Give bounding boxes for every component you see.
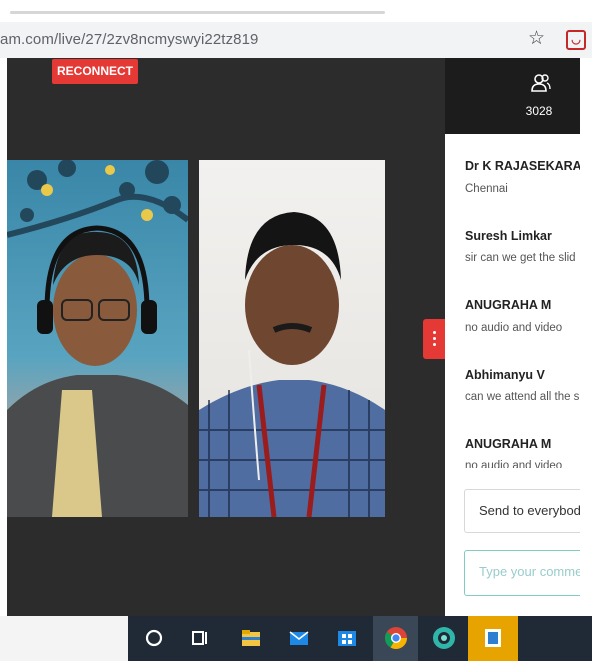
chat-message-text: Chennai xyxy=(465,183,508,195)
chat-message-author: ANUGRAHA M xyxy=(465,437,552,451)
edge-icon[interactable] xyxy=(430,624,458,652)
file-explorer-icon[interactable] xyxy=(237,624,265,652)
tab-bar xyxy=(10,11,385,14)
cortana-circle-icon[interactable] xyxy=(140,624,168,652)
chat-message-text: no audio and video xyxy=(465,460,563,468)
star-icon[interactable]: ☆ xyxy=(528,27,545,50)
mail-icon[interactable] xyxy=(285,624,313,652)
task-view-icon[interactable] xyxy=(186,624,214,652)
chat-message-author: Abhimanyu V xyxy=(465,368,545,382)
dot xyxy=(433,343,436,346)
send-to-select[interactable]: Send to everybody xyxy=(464,489,588,533)
dot xyxy=(433,337,436,340)
dot xyxy=(433,331,436,334)
chat-message-text: sir can we get the slid xyxy=(465,252,576,264)
participants-count: 3028 xyxy=(525,104,553,118)
comment-input-box[interactable] xyxy=(464,550,586,596)
shield-extension-icon[interactable]: ◡ xyxy=(566,30,586,50)
more-options-button[interactable] xyxy=(423,319,445,359)
chat-message-author: Dr K RAJASEKARAN xyxy=(465,159,580,173)
app-icon[interactable] xyxy=(479,624,507,652)
send-to-label: Send to everybody xyxy=(479,503,588,518)
address-bar[interactable]: am.com/live/27/2zv8ncmyswyi22tz819 ☆ ◡ xyxy=(0,22,592,58)
chat-message-author: Suresh Limkar xyxy=(465,229,552,243)
video-tile-speaker-2 xyxy=(199,160,385,517)
url-text[interactable]: am.com/live/27/2zv8ncmyswyi22tz819 xyxy=(0,31,259,48)
speaker-2-video xyxy=(199,212,385,517)
video-tile-speaker-1 xyxy=(7,160,188,517)
chat-messages: Dr K RAJASEKARAN Chennai Suresh Limkar s… xyxy=(445,134,580,468)
people-icon[interactable] xyxy=(530,72,552,94)
comment-input[interactable] xyxy=(465,551,585,591)
chat-message-author: ANUGRAHA M xyxy=(465,298,552,312)
chat-message-text: no audio and video xyxy=(465,322,563,334)
reconnect-button[interactable]: RECONNECT xyxy=(52,59,138,84)
taskbar xyxy=(0,616,592,661)
participants-header[interactable] xyxy=(445,58,580,134)
store-icon[interactable] xyxy=(333,624,361,652)
speaker-1-video xyxy=(7,160,188,517)
right-edge xyxy=(580,58,592,616)
chrome-icon[interactable] xyxy=(382,624,410,652)
taskbar-search-area[interactable] xyxy=(0,616,128,661)
chat-message-text: can we attend all the s xyxy=(465,391,580,403)
top-strip xyxy=(0,0,592,22)
